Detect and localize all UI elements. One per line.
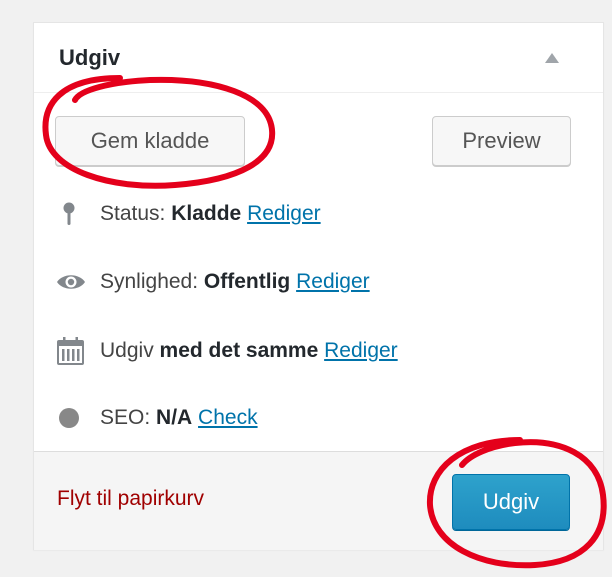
triangle-up-icon[interactable] (545, 53, 559, 63)
move-to-trash-link[interactable]: Flyt til papirkurv (57, 487, 204, 511)
status-value: Kladde (171, 202, 242, 225)
edit-publish-time-link[interactable]: Rediger (324, 339, 398, 362)
publish-label: Udgiv (100, 339, 154, 362)
status-row: Status: Kladde Rediger (56, 199, 321, 229)
seo-check-link[interactable]: Check (198, 406, 258, 429)
edit-status-link[interactable]: Rediger (247, 202, 321, 225)
publish-button[interactable]: Udgiv (452, 474, 570, 530)
pin-icon (56, 199, 86, 229)
status-label: Status: (100, 202, 166, 225)
visibility-row: Synlighed: Offentlig Rediger (56, 267, 370, 297)
circle-icon (56, 403, 86, 433)
metabox-header[interactable]: Udgiv (34, 23, 603, 93)
publish-metabox: Udgiv Gem kladde Preview Status: Kladde … (33, 22, 604, 550)
publish-time-row: Udgiv med det samme Rediger (56, 336, 398, 366)
major-publishing-actions: Flyt til papirkurv Udgiv (34, 451, 603, 550)
eye-icon (56, 267, 86, 297)
seo-row: SEO: N/A Check (56, 403, 258, 433)
preview-button[interactable]: Preview (432, 116, 571, 166)
seo-value: N/A (156, 406, 193, 429)
visibility-label: Synlighed: (100, 270, 199, 293)
save-draft-button[interactable]: Gem kladde (55, 116, 245, 166)
metabox-title: Udgiv (59, 45, 121, 70)
edit-visibility-link[interactable]: Rediger (296, 270, 370, 293)
page: Udgiv Gem kladde Preview Status: Kladde … (0, 0, 612, 577)
visibility-value: Offentlig (203, 270, 291, 293)
calendar-icon (56, 336, 86, 366)
publish-value: med det samme (159, 339, 319, 362)
seo-label: SEO: (100, 406, 151, 429)
